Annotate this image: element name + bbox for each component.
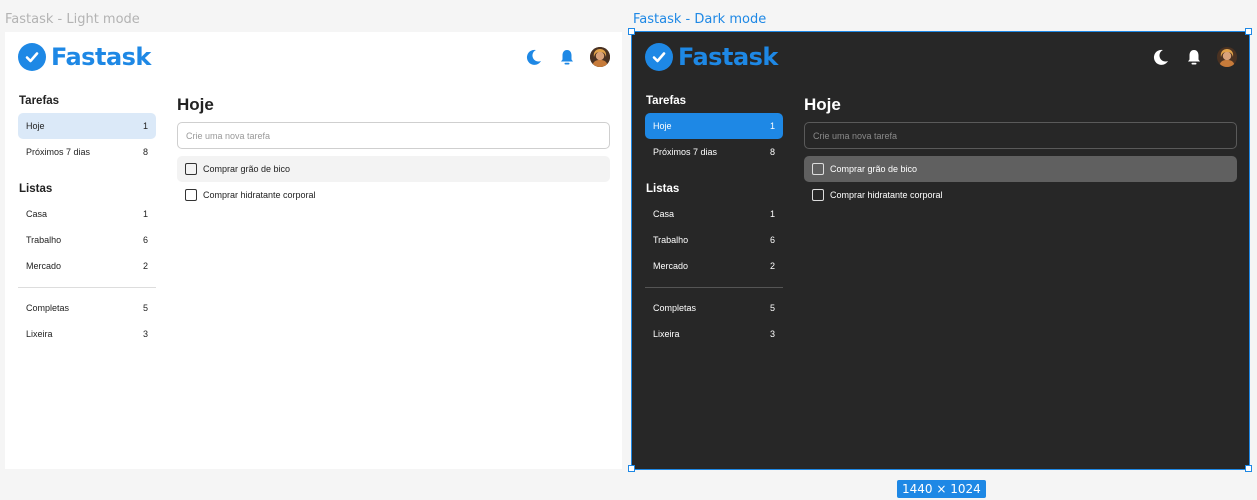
nav-item-completas[interactable]: Completas 5 [645,295,783,321]
task-label: Comprar hidratante corporal [203,190,316,200]
nav-item-casa[interactable]: Casa 1 [645,201,783,227]
brand-name: Fastask [51,43,151,71]
nav-item-count: 5 [769,303,775,313]
nav-item-label: Lixeira [653,329,680,339]
nav-item-today[interactable]: Hoje 1 [18,113,156,139]
nav-item-trabalho[interactable]: Trabalho 6 [645,227,783,253]
check-logo-icon [18,43,46,71]
bell-icon[interactable] [1184,47,1204,67]
nav-item-lixeira[interactable]: Lixeira 3 [645,321,783,347]
tasks-section-title: Tarefas [19,95,60,107]
nav-item-label: Casa [26,209,48,219]
lists-section-title: Listas [646,183,680,195]
light-mode-frame: Fastask Tarefas Hoje 1 Próximos 7 dias 8… [5,32,622,469]
header-actions [1151,47,1237,67]
nav-item-count: 2 [142,261,148,271]
task-list: Comprar grão de bico Comprar hidratante … [177,156,610,208]
sidebar: Tarefas Hoje 1 Próximos 7 dias 8 Listas … [645,95,783,347]
brand-logo[interactable]: Fastask [645,43,778,71]
nav-item-label: Lixeira [26,329,53,339]
nav-item-count: 2 [769,261,775,271]
new-task-input[interactable]: Crie uma nova tarefa [804,122,1237,149]
nav-item-count: 5 [142,303,148,313]
task-list: Comprar grão de bico Comprar hidratante … [804,156,1237,208]
brand-name: Fastask [678,43,778,71]
nav-item-count: 1 [142,121,148,131]
nav-item-label: Próximos 7 dias [653,147,718,157]
task-checkbox[interactable] [185,189,197,201]
nav-item-label: Próximos 7 dias [26,147,91,157]
task-item[interactable]: Comprar hidratante corporal [177,182,610,208]
nav-item-lixeira[interactable]: Lixeira 3 [18,321,156,347]
nav-item-next-7-days[interactable]: Próximos 7 dias 8 [645,139,783,165]
nav-item-count: 8 [142,147,148,157]
nav-item-label: Hoje [653,121,672,131]
task-checkbox[interactable] [185,163,197,175]
check-logo-icon [645,43,673,71]
task-item[interactable]: Comprar grão de bico [804,156,1237,182]
nav-item-count: 1 [142,209,148,219]
frame-label-dark: Fastask - Dark mode [633,12,767,27]
nav-item-count: 1 [769,121,775,131]
nav-item-label: Hoje [26,121,45,131]
main-content: Hoje Crie uma nova tarefa Comprar grão d… [804,95,1237,208]
task-checkbox[interactable] [812,189,824,201]
brand-logo[interactable]: Fastask [18,43,151,71]
nav-item-label: Mercado [653,261,689,271]
nav-item-label: Trabalho [653,235,689,245]
resize-handle-bottom-right[interactable] [1245,465,1252,472]
new-task-input[interactable]: Crie uma nova tarefa [177,122,610,149]
nav-item-trabalho[interactable]: Trabalho 6 [18,227,156,253]
nav-item-count: 1 [769,209,775,219]
task-label: Comprar grão de bico [830,164,918,174]
size-badge: 1440 × 1024 [897,480,986,498]
tasks-section-title: Tarefas [646,95,687,107]
nav-item-count: 3 [769,329,775,339]
header-actions [524,47,610,67]
nav-item-label: Completas [653,303,697,313]
page-title: Hoje [177,95,214,114]
nav-item-today[interactable]: Hoje 1 [645,113,783,139]
main-content: Hoje Crie uma nova tarefa Comprar grão d… [177,95,610,208]
moon-icon[interactable] [524,47,544,67]
nav-item-count: 3 [142,329,148,339]
moon-icon[interactable] [1151,47,1171,67]
avatar[interactable] [1217,47,1237,67]
nav-item-label: Completas [26,303,70,313]
task-label: Comprar grão de bico [203,164,291,174]
resize-handle-bottom-left[interactable] [628,465,635,472]
task-label: Comprar hidratante corporal [830,190,943,200]
resize-handle-top-right[interactable] [1245,28,1252,35]
nav-item-count: 8 [769,147,775,157]
nav-item-label: Casa [653,209,675,219]
lists-section-title: Listas [19,183,53,195]
nav-item-completas[interactable]: Completas 5 [18,295,156,321]
task-item[interactable]: Comprar hidratante corporal [804,182,1237,208]
task-checkbox[interactable] [812,163,824,175]
bell-icon[interactable] [557,47,577,67]
sidebar-divider [18,287,156,288]
nav-item-next-7-days[interactable]: Próximos 7 dias 8 [18,139,156,165]
nav-item-mercado[interactable]: Mercado 2 [18,253,156,279]
sidebar: Tarefas Hoje 1 Próximos 7 dias 8 Listas … [18,95,156,347]
avatar[interactable] [590,47,610,67]
nav-item-count: 6 [769,235,775,245]
nav-item-label: Trabalho [26,235,62,245]
frame-label-light: Fastask - Light mode [5,12,140,27]
page-title: Hoje [804,95,841,114]
dark-mode-frame[interactable]: Fastask Tarefas Hoje 1 Próximos 7 dias 8… [632,32,1249,469]
nav-item-casa[interactable]: Casa 1 [18,201,156,227]
resize-handle-top-left[interactable] [628,28,635,35]
sidebar-divider [645,287,783,288]
task-item[interactable]: Comprar grão de bico [177,156,610,182]
nav-item-mercado[interactable]: Mercado 2 [645,253,783,279]
nav-item-count: 6 [142,235,148,245]
nav-item-label: Mercado [26,261,62,271]
